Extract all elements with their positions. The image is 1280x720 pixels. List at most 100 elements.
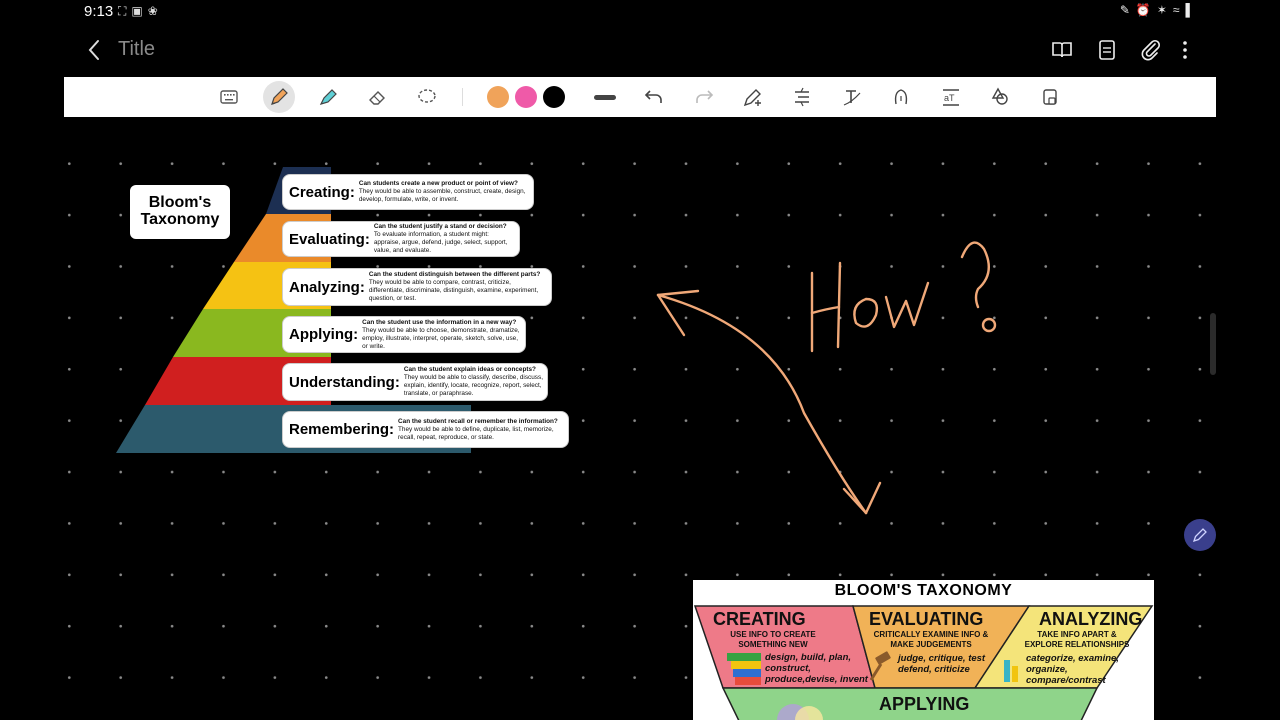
level-question: Can the student use the information in a…	[362, 318, 517, 326]
text-align-tool[interactable]	[788, 83, 816, 111]
lasso-tool[interactable]	[413, 83, 441, 111]
level-description: Can the student use the information in a…	[358, 319, 525, 351]
lasso-icon	[418, 89, 436, 103]
lock-icon	[1043, 89, 1057, 105]
eraser-tool[interactable]	[364, 83, 392, 111]
page-view-button[interactable]	[1095, 38, 1119, 62]
floating-pen-button[interactable]	[1184, 519, 1216, 551]
toolbar-divider	[462, 88, 463, 106]
level-name: Applying:	[289, 326, 359, 343]
level-verbs: They would be able to compare, contrast,…	[368, 279, 539, 302]
text-recognize-icon: aT	[943, 89, 959, 106]
bluetooth-icon: ✶	[1156, 3, 1167, 17]
shapes-icon	[991, 87, 1008, 105]
text-recognize-tool[interactable]: aT	[937, 83, 965, 111]
color-pink-swatch[interactable]	[515, 86, 537, 108]
level-verbs: To evaluate information, a student might…	[373, 231, 508, 254]
undo-icon	[644, 90, 662, 103]
book-icon	[1052, 42, 1072, 58]
poster-applying-heading: APPLYING	[879, 694, 970, 714]
wifi-icon: ≈	[1172, 3, 1180, 17]
keyboard-icon	[220, 90, 238, 104]
level-analyzing: Analyzing: Can the student distinguish b…	[282, 268, 552, 306]
highlighter-tool[interactable]	[314, 83, 342, 111]
level-name: Evaluating:	[289, 230, 370, 248]
pyramid-title-line2: Taxonomy	[140, 211, 220, 228]
app-notification-icon: ❀	[147, 4, 158, 18]
level-description: Can the student recall or remember the i…	[394, 418, 568, 442]
poster-evaluating-heading: EVALUATING	[869, 609, 984, 629]
screenshot-icon: ⛶	[118, 4, 127, 18]
level-evaluating: Evaluating: Can the student justify a st…	[282, 221, 520, 257]
level-verbs: They would be able to assemble, construc…	[358, 188, 526, 203]
level-question: Can the student distinguish between the …	[368, 271, 541, 278]
level-verbs: They would be able to define, duplicate,…	[398, 425, 554, 441]
status-icons-right: ✎ ⏰ ✶ ≈ ▌	[1120, 3, 1194, 17]
battery-icon: ▌	[1185, 3, 1194, 17]
pen-icon	[1192, 528, 1207, 543]
blooms-pyramid-image[interactable]: Bloom's Taxonomy Creating: Can students …	[116, 167, 576, 457]
highlighter-icon	[319, 89, 337, 105]
level-verbs: They would be able to choose, demonstrat…	[362, 326, 520, 350]
level-description: Can the student explain ideas or concept…	[400, 366, 547, 398]
level-understanding: Understanding: Can the student explain i…	[282, 363, 548, 401]
screen-record-icon: ▣	[131, 4, 143, 18]
shapes-tool[interactable]	[986, 83, 1014, 111]
back-button[interactable]	[84, 38, 106, 62]
document-title[interactable]: Title	[118, 38, 155, 61]
more-options-button[interactable]	[1173, 38, 1197, 62]
status-icons-left: ⛶ ▣ ❀	[118, 4, 158, 19]
poster-analyzing-heading: ANALYZING	[1039, 609, 1143, 629]
page-view-icon	[1099, 40, 1115, 60]
level-name: Understanding:	[289, 373, 400, 391]
stroke-width-tool[interactable]	[591, 83, 619, 111]
color-orange-swatch[interactable]	[487, 86, 509, 108]
poster-creating-subtitle: USE INFO TO CREATE SOMETHING NEW	[730, 630, 816, 649]
redo-icon	[696, 90, 714, 103]
pen-toolbar: aT	[64, 77, 1216, 117]
level-name: Creating:	[289, 183, 355, 201]
text-align-icon	[795, 87, 809, 107]
poster-creating-heading: CREATING	[713, 609, 806, 629]
color-black-swatch[interactable]	[543, 86, 565, 108]
poster-analyzing-subtitle: TAKE INFO APART & EXPLORE RELATIONSHIPS	[1024, 630, 1130, 649]
alarm-icon: ⏰	[1135, 3, 1151, 17]
status-time: 9:13	[84, 3, 114, 20]
nib-icon	[894, 89, 908, 105]
stroke-width-icon	[594, 95, 616, 100]
eraser-icon	[369, 91, 385, 105]
app-bar: Title	[64, 30, 1216, 70]
canvas-scroll-handle[interactable]	[1210, 313, 1216, 375]
level-remembering: Remembering: Can the student recall or r…	[282, 411, 569, 448]
blooms-taxonomy-poster[interactable]: BLOOM'S TAXONOMY CREATING USE INFO TO CR…	[693, 580, 1154, 720]
level-applying: Applying: Can the student use the inform…	[282, 316, 526, 353]
handwritten-annotation[interactable]	[644, 227, 1064, 527]
poster-evaluating-subtitle: CRITICALLY EXAMINE INFO & MAKE JUDGEMENT…	[873, 630, 989, 649]
attach-button[interactable]	[1139, 38, 1163, 62]
level-verbs: They would be able to classify, describe…	[403, 374, 543, 397]
attach-icon	[1141, 39, 1161, 61]
keyboard-tool[interactable]	[215, 83, 243, 111]
pen-icon	[271, 88, 288, 105]
level-name: Analyzing:	[289, 278, 365, 296]
pen-tool[interactable]	[263, 81, 295, 113]
level-creating: Creating: Can students create a new prod…	[282, 174, 534, 210]
level-description: Can the student distinguish between the …	[365, 271, 551, 303]
pen-settings-tool[interactable]	[739, 83, 767, 111]
level-question: Can the student explain ideas or concept…	[403, 366, 536, 373]
poster-creating-verbs: design, build, plan, construct, produce,…	[765, 652, 868, 685]
undo-button[interactable]	[640, 83, 668, 111]
pyramid-title-line1: Bloom's	[148, 194, 212, 211]
poster-evaluating-verbs: judge, critique, test defend, criticize	[898, 653, 986, 675]
poster-analyzing-verbs: categorize, examine, organize, compare/c…	[1026, 653, 1119, 686]
text-tool[interactable]	[838, 83, 866, 111]
pen-status-icon: ✎	[1119, 3, 1130, 17]
level-description: Can the student justify a stand or decis…	[370, 223, 519, 255]
lock-tool[interactable]	[1036, 83, 1064, 111]
redo-button[interactable]	[690, 83, 718, 111]
note-canvas[interactable]: Bloom's Taxonomy Creating: Can students …	[64, 117, 1216, 720]
book-view-button[interactable]	[1050, 38, 1074, 62]
status-bar: 9:13 ⛶ ▣ ❀ ✎ ⏰ ✶ ≈ ▌	[0, 0, 1280, 24]
more-icon	[1183, 41, 1187, 59]
shape-pen-tool[interactable]	[887, 83, 915, 111]
